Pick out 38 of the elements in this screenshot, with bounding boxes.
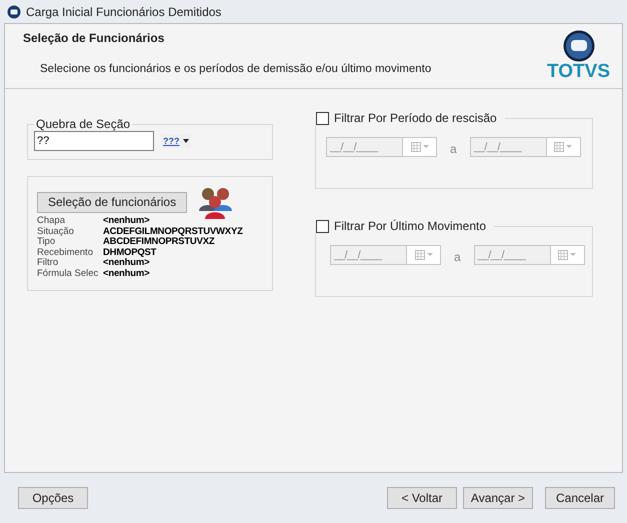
field-label: Recebimento (37, 248, 94, 258)
field-value: DHMOPQST (103, 248, 158, 258)
section-lookup-button[interactable]: ??? (161, 134, 190, 148)
next-button[interactable]: Avançar > (463, 487, 533, 509)
checkbox[interactable] (316, 220, 329, 232)
field-value: <nenhum> (103, 216, 150, 226)
options-button[interactable]: Opções (18, 487, 88, 509)
back-button[interactable]: < Voltar (387, 487, 457, 509)
calendar-icon (554, 142, 572, 152)
window-title: Carga Inicial Funcionários Demitidos (26, 4, 222, 18)
field-label: Situação (37, 226, 75, 237)
calendar-icon (414, 250, 432, 260)
cancel-button[interactable]: Cancelar (545, 487, 615, 509)
logo-icon (562, 30, 594, 62)
employee-selection-button[interactable]: Seleção de funcionários (37, 192, 188, 212)
range-separator: a (454, 250, 461, 264)
field-value: ACDEFGILMNOPQRSTUVWXYZ (103, 226, 244, 237)
field-label: Chapa (37, 216, 66, 226)
field-label: Tipo (37, 237, 56, 248)
section-field[interactable]: ?? (34, 131, 154, 151)
field-value: ABCDEFIMNOPRSTUVXZ (103, 237, 216, 248)
checkbox-label: Filtrar Por Último Movimento (334, 219, 486, 233)
field-value: <nenhum> (103, 268, 150, 279)
field-label: Filtro (37, 258, 60, 268)
range-separator: a (450, 142, 457, 156)
page-title: Seleção de Funcionários (23, 31, 166, 45)
group-label: Quebra de Seção (35, 117, 132, 131)
page-subtitle: Selecione os funcionários e os períodos de demissão e/ou último movimento (40, 63, 432, 75)
people-icon (197, 185, 234, 219)
calendar-icon (410, 142, 428, 152)
checkbox-label: Filtrar Por Período de rescisão (334, 111, 497, 125)
logo-text: TOTVS (547, 62, 610, 82)
field-label: Fórmula Selec (37, 268, 100, 279)
app-icon (7, 4, 21, 18)
field-value: <nenhum> (103, 258, 150, 268)
calendar-icon (558, 250, 576, 260)
checkbox[interactable] (316, 112, 329, 124)
caret-icon (182, 139, 188, 143)
